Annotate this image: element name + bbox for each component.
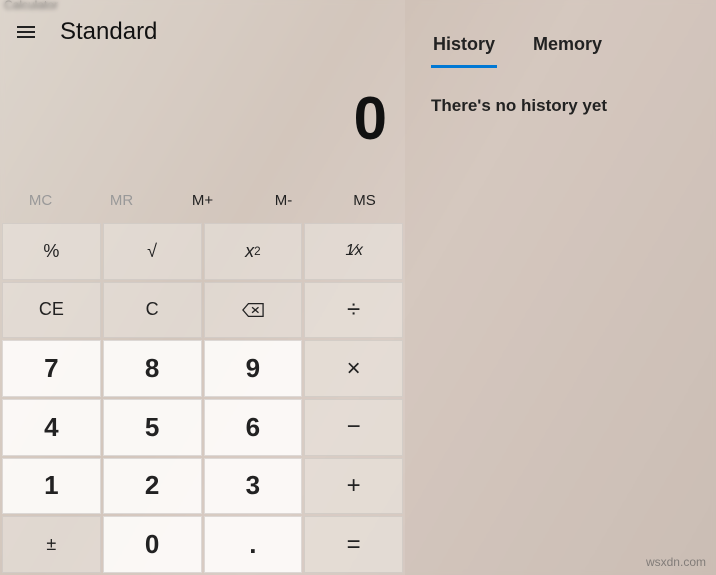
keypad: % √ x2 1⁄x CE C ÷ 7 8 — [0, 221, 405, 575]
tab-history[interactable]: History — [431, 30, 497, 68]
divide-button[interactable]: ÷ — [304, 282, 403, 339]
history-empty-message: There's no history yet — [431, 96, 694, 116]
digit-7-button[interactable]: 7 — [2, 340, 101, 397]
watermark: wsxdn.com — [646, 555, 706, 569]
minus-button[interactable]: − — [304, 399, 403, 456]
digit-8-button[interactable]: 8 — [103, 340, 202, 397]
digit-4-button[interactable]: 4 — [2, 399, 101, 456]
calculator-app: Standard 0 MC MR M+ M- MS % √ x2 1⁄x CE … — [0, 0, 716, 575]
memory-subtract-button[interactable]: M- — [243, 179, 324, 221]
sqrt-button[interactable]: √ — [103, 223, 202, 280]
digit-5-button[interactable]: 5 — [103, 399, 202, 456]
calculator-pane: Standard 0 MC MR M+ M- MS % √ x2 1⁄x CE … — [0, 0, 405, 575]
mode-row: Standard — [0, 0, 405, 64]
memory-add-button[interactable]: M+ — [162, 179, 243, 221]
backspace-button[interactable] — [204, 282, 303, 339]
memory-recall-button: MR — [81, 179, 162, 221]
menu-button[interactable] — [6, 12, 46, 52]
clear-entry-button[interactable]: CE — [2, 282, 101, 339]
display-value: 0 — [0, 64, 405, 179]
digit-9-button[interactable]: 9 — [204, 340, 303, 397]
recip-den: x — [355, 242, 362, 259]
plus-button[interactable]: + — [304, 458, 403, 515]
memory-row: MC MR M+ M- MS — [0, 179, 405, 221]
digit-3-button[interactable]: 3 — [204, 458, 303, 515]
hamburger-icon — [17, 23, 35, 41]
digit-1-button[interactable]: 1 — [2, 458, 101, 515]
tabs-row: History Memory — [431, 30, 694, 68]
decimal-button[interactable]: . — [204, 516, 303, 573]
memory-store-button[interactable]: MS — [324, 179, 405, 221]
reciprocal-button[interactable]: 1⁄x — [304, 223, 403, 280]
percent-button[interactable]: % — [2, 223, 101, 280]
clear-button[interactable]: C — [103, 282, 202, 339]
side-pane: History Memory There's no history yet — [405, 0, 716, 575]
square-button[interactable]: x2 — [204, 223, 303, 280]
digit-2-button[interactable]: 2 — [103, 458, 202, 515]
digit-0-button[interactable]: 0 — [103, 516, 202, 573]
square-exp: 2 — [254, 245, 261, 258]
square-base: x — [245, 241, 254, 262]
digit-6-button[interactable]: 6 — [204, 399, 303, 456]
memory-clear-button: MC — [0, 179, 81, 221]
tab-memory[interactable]: Memory — [531, 30, 604, 68]
equals-button[interactable]: = — [304, 516, 403, 573]
negate-button[interactable]: ± — [2, 516, 101, 573]
mode-title: Standard — [60, 18, 157, 46]
backspace-icon — [242, 302, 264, 318]
multiply-button[interactable]: × — [304, 340, 403, 397]
